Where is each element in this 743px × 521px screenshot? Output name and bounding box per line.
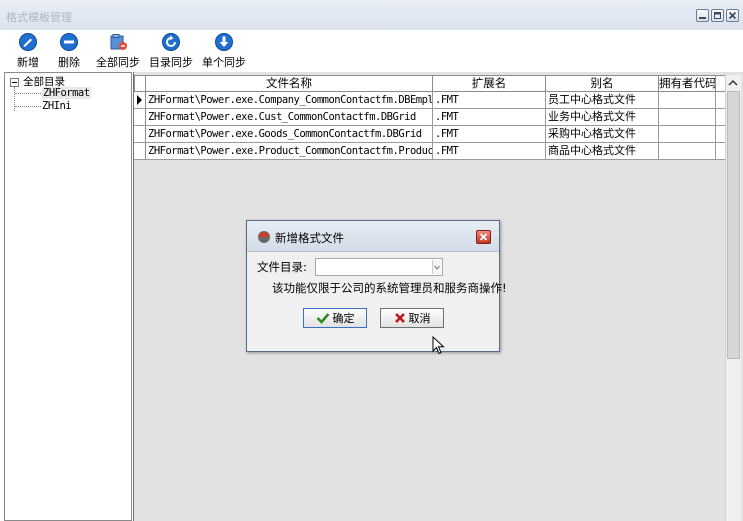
cell-filename[interactable]: ZHFormat\Power.exe.Goods_CommonContactfm… — [146, 126, 433, 143]
app-logo-icon — [258, 231, 270, 243]
cell-extension[interactable]: .FMT — [433, 109, 546, 126]
sync-all-button[interactable]: 全部同步 — [96, 32, 140, 70]
new-format-file-dialog: 新增格式文件 文件目录: 该功能仅限于公司的系统管理员和服务商操作! 确定 取消 — [246, 220, 507, 352]
cell-alias[interactable]: 员工中心格式文件 — [546, 92, 659, 109]
column-header-filename[interactable]: 文件名称 — [146, 75, 433, 92]
collapse-toggle-icon[interactable] — [10, 78, 19, 87]
close-button[interactable] — [726, 9, 739, 22]
delete-label: 删除 — [58, 56, 80, 69]
mouse-cursor-icon — [432, 336, 445, 355]
delete-button[interactable]: 删除 — [58, 32, 80, 70]
current-row-arrow-icon — [137, 95, 142, 105]
cell-owner-code[interactable] — [659, 143, 716, 160]
cell-extension[interactable]: .FMT — [433, 143, 546, 160]
cell-alias[interactable]: 业务中心格式文件 — [546, 109, 659, 126]
permission-notice: 该功能仅限于公司的系统管理员和服务商操作! — [272, 281, 507, 295]
cell-owner-code[interactable] — [659, 126, 716, 143]
cell-filename[interactable]: ZHFormat\Power.exe.Cust_CommonContactfm.… — [146, 109, 433, 126]
cell-extension[interactable]: .FMT — [433, 92, 546, 109]
restore-button[interactable] — [711, 9, 724, 22]
vertical-scrollbar[interactable] — [725, 75, 741, 521]
tree-item-zhformat[interactable]: ZHFormat — [42, 87, 91, 99]
dropdown-button[interactable] — [432, 260, 441, 274]
dialog-title-bar: 新增格式文件 — [247, 221, 499, 252]
minus-circle-icon — [60, 33, 78, 51]
row-indicator[interactable] — [134, 92, 146, 109]
toolbar: 新增 删除 全部同步 目录同步 单个同步 — [0, 30, 743, 72]
title-bar: 格式模板管理 — [0, 0, 743, 31]
scroll-up-arrow-icon[interactable] — [726, 76, 740, 90]
folder-sync-icon — [110, 34, 127, 50]
scrollbar-thumb[interactable] — [727, 91, 740, 359]
sync-directory-label: 目录同步 — [149, 56, 193, 69]
new-label: 新增 — [17, 56, 39, 69]
row-indicator[interactable] — [134, 143, 146, 160]
minimize-button[interactable] — [696, 9, 709, 22]
cancel-label: 取消 — [408, 312, 431, 325]
checkmark-icon — [316, 313, 329, 324]
sync-single-label: 单个同步 — [202, 56, 246, 69]
cell-alias[interactable]: 商品中心格式文件 — [546, 143, 659, 160]
cross-icon — [394, 313, 405, 323]
directory-select[interactable] — [315, 258, 443, 276]
tree-item-label: ZHFormat — [42, 87, 91, 99]
minimize-icon — [699, 17, 706, 19]
close-icon — [728, 11, 737, 20]
column-header-extension[interactable]: 扩展名 — [433, 75, 546, 92]
edit-pencil-icon — [19, 33, 37, 51]
tree-item-zhini[interactable]: ZHIni — [42, 100, 72, 112]
column-header-alias[interactable]: 别名 — [546, 75, 659, 92]
window-title: 格式模板管理 — [6, 11, 72, 24]
ok-label: 确定 — [332, 312, 355, 325]
cell-filename[interactable]: ZHFormat\Power.exe.Product_CommonContact… — [146, 143, 433, 160]
directory-label: 文件目录: — [257, 260, 307, 274]
cell-owner-code[interactable] — [659, 109, 716, 126]
restore-icon — [714, 12, 721, 19]
cell-alias[interactable]: 采购中心格式文件 — [546, 126, 659, 143]
window-controls — [696, 9, 739, 22]
tree-item-label: ZHIni — [42, 100, 72, 112]
grid-corner — [134, 75, 146, 92]
row-indicator[interactable] — [134, 109, 146, 126]
dialog-close-button[interactable] — [476, 230, 491, 244]
directory-tree: 全部目录 ZHFormat ZHIni — [4, 72, 132, 521]
new-button[interactable]: 新增 — [17, 32, 39, 70]
sync-all-label: 全部同步 — [96, 56, 140, 69]
column-header-owner-code[interactable]: 拥有者代码 — [659, 75, 716, 92]
download-arrow-icon — [215, 33, 233, 51]
cancel-button[interactable]: 取消 — [380, 308, 444, 328]
close-icon — [479, 233, 488, 241]
chevron-down-icon — [434, 265, 440, 270]
row-indicator[interactable] — [134, 126, 146, 143]
refresh-icon — [162, 33, 180, 51]
cell-extension[interactable]: .FMT — [433, 126, 546, 143]
dialog-title: 新增格式文件 — [275, 231, 344, 245]
cell-owner-code[interactable] — [659, 92, 716, 109]
cell-filename[interactable]: ZHFormat\Power.exe.Company_CommonContact… — [146, 92, 433, 109]
sync-single-button[interactable]: 单个同步 — [202, 32, 246, 70]
ok-button[interactable]: 确定 — [303, 308, 367, 328]
sync-directory-button[interactable]: 目录同步 — [149, 32, 193, 70]
